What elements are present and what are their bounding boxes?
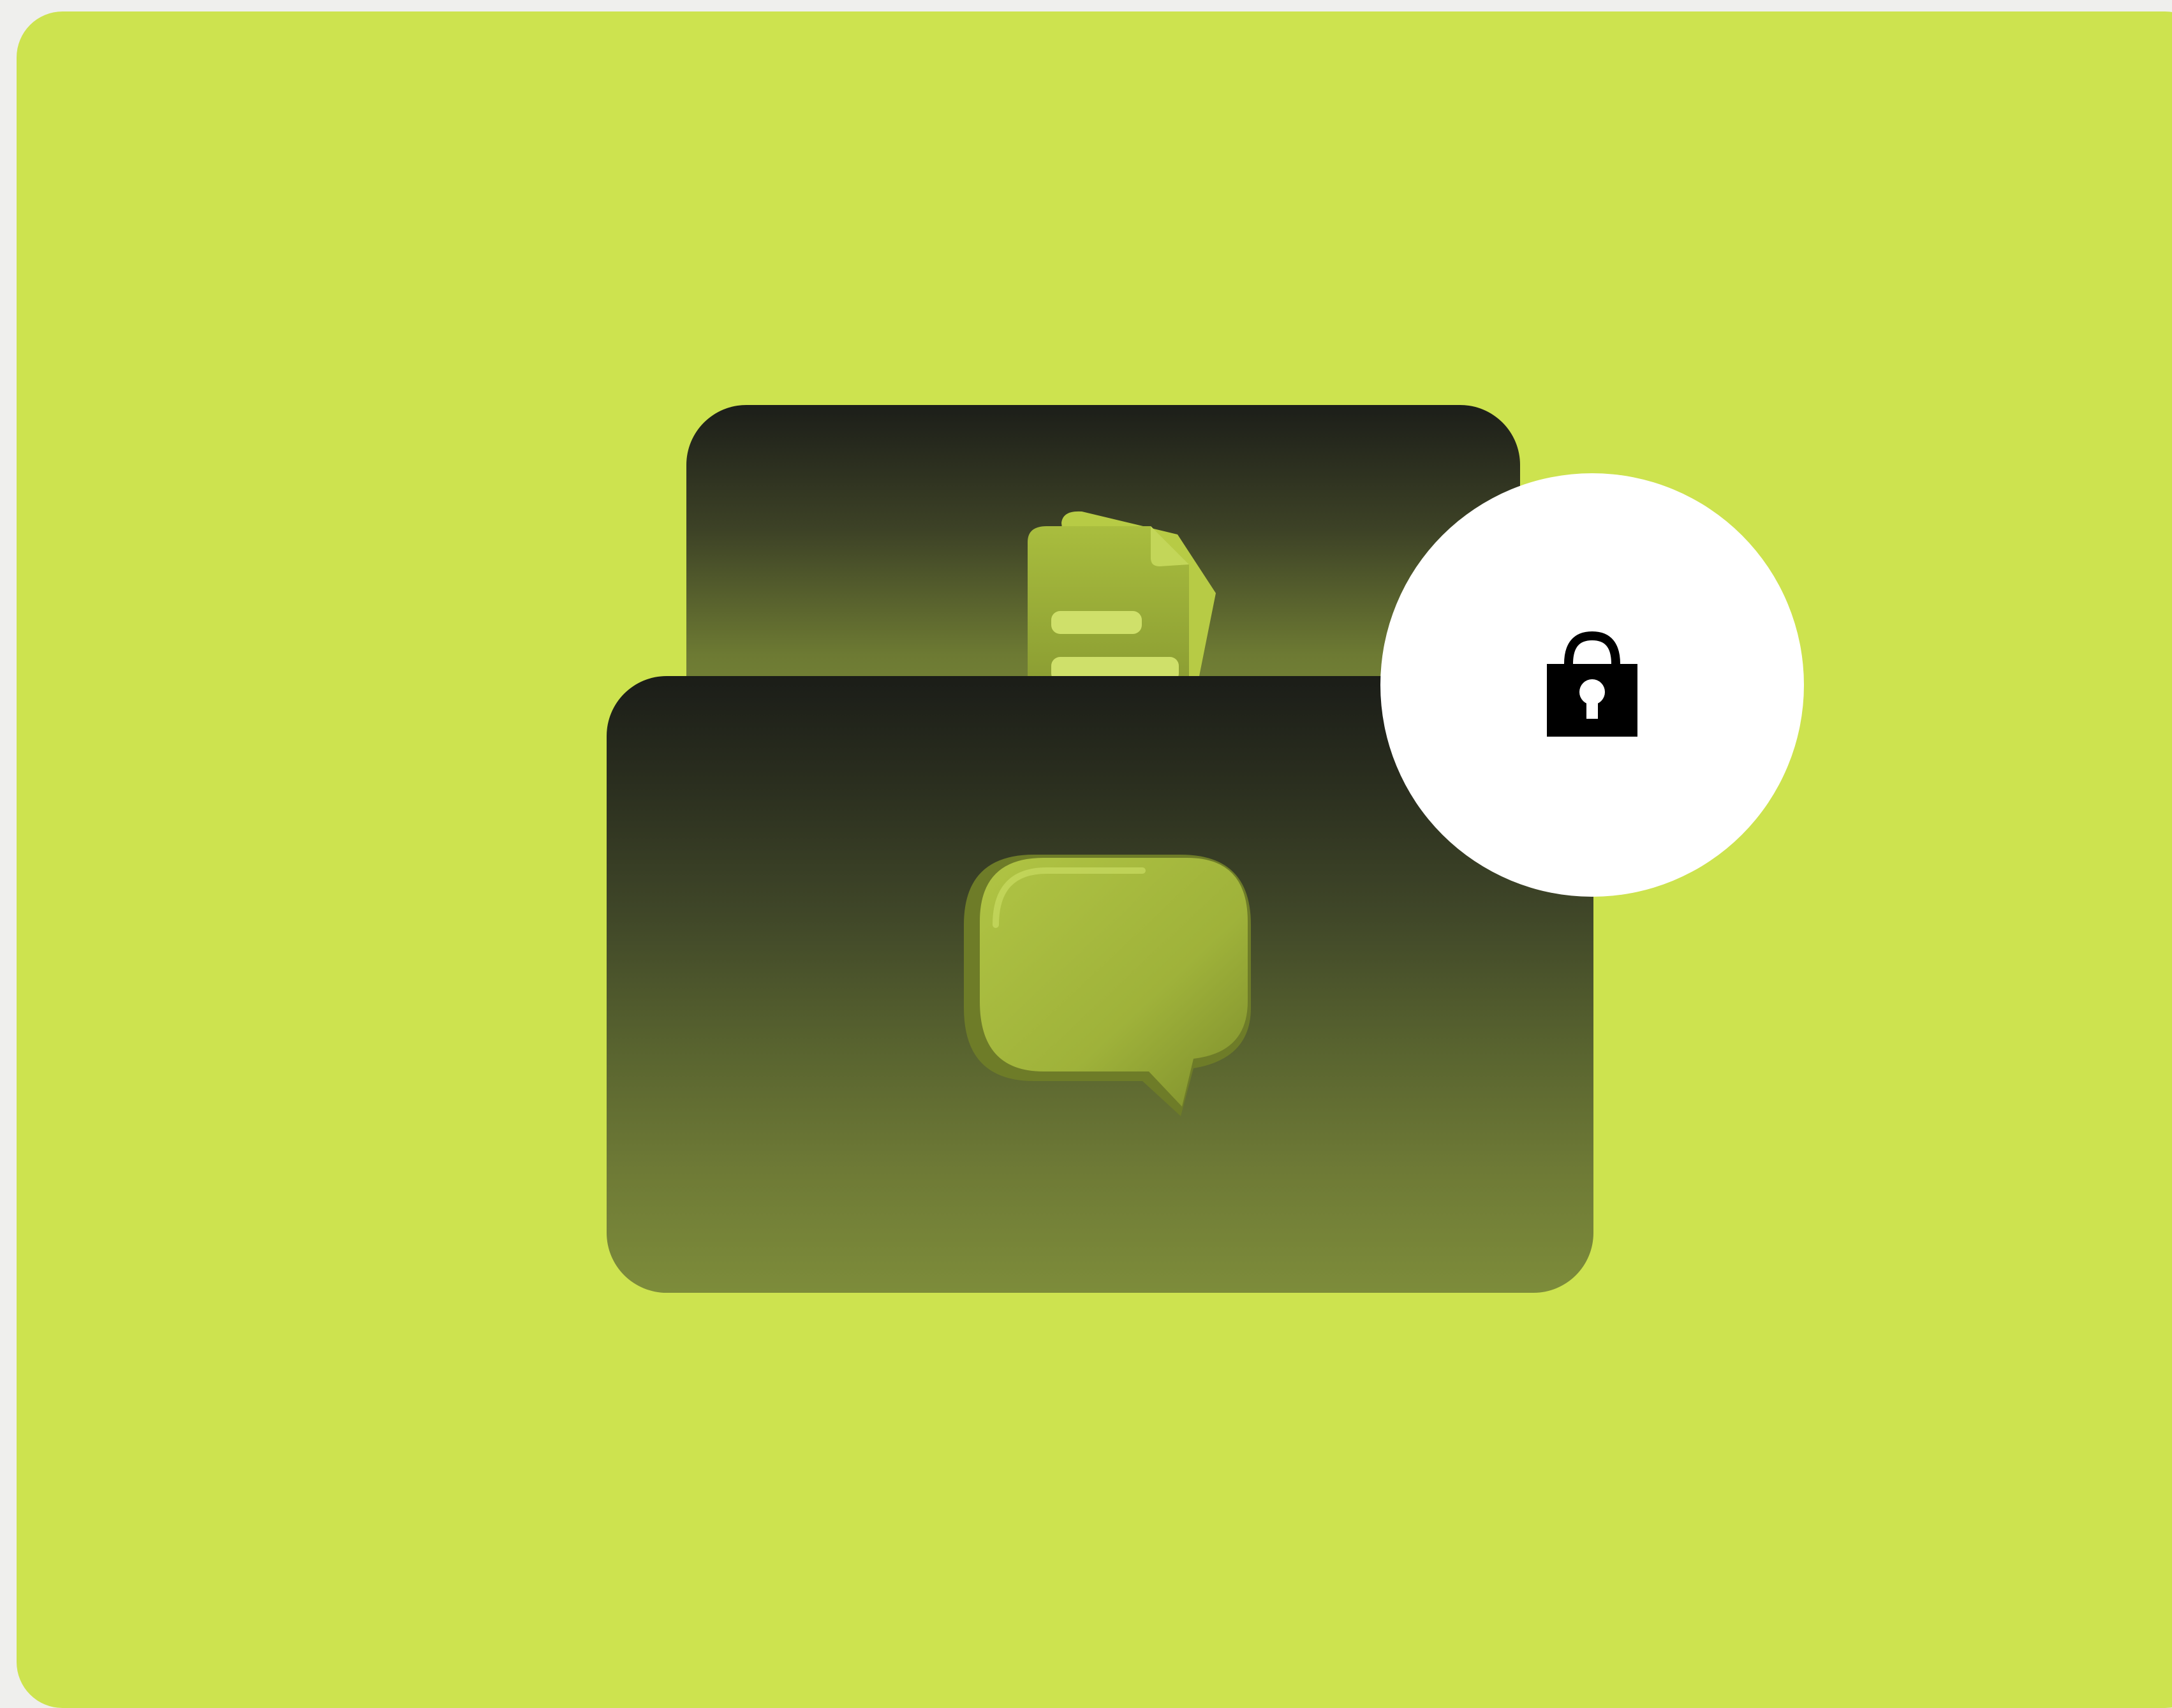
document-icon bbox=[1028, 511, 1216, 689]
illustration-panel bbox=[17, 11, 2172, 1708]
lock-badge bbox=[1380, 473, 1804, 897]
chat-bubble-icon bbox=[964, 855, 1251, 1116]
lock-icon bbox=[1547, 631, 1637, 737]
